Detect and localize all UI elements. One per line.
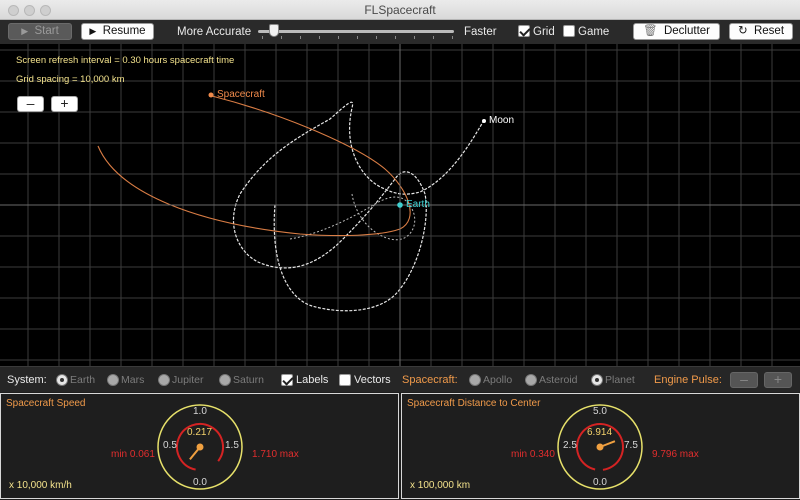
orbit-canvas[interactable]: Screen refresh interval = 0.30 hours spa…	[0, 44, 800, 366]
resume-button[interactable]: ▶ Resume	[81, 23, 154, 40]
spacecraft-marker	[208, 92, 214, 98]
reset-label: Reset	[753, 25, 785, 37]
system-radio-saturn[interactable]	[219, 374, 231, 386]
refresh-interval-text: Screen refresh interval = 0.30 hours spa…	[16, 55, 235, 66]
zoom-window-button[interactable]	[40, 5, 51, 16]
spacecraft-label: Spacecraft	[217, 89, 265, 100]
spacecraft-radio-planet[interactable]	[591, 374, 603, 386]
speed-max-text: 1.710 max	[252, 449, 299, 460]
system-jupiter-label: Jupiter	[172, 374, 204, 386]
vectors-checkbox[interactable]	[339, 374, 351, 386]
engine-pulse-minus-button[interactable]: –	[730, 372, 758, 388]
distance-scale-right: 7.5	[624, 440, 638, 451]
grid-checkbox[interactable]	[518, 25, 530, 37]
system-earth-label: Earth	[70, 374, 96, 386]
system-radio-mars[interactable]	[107, 374, 119, 386]
speed-value: 0.217	[187, 427, 213, 438]
spacecraft-orbit-path	[97, 95, 411, 237]
speed-scale-right: 1.5	[225, 440, 239, 451]
orbit-plot	[0, 44, 800, 366]
grid-spacing-text: Grid spacing = 10,000 km	[16, 74, 125, 85]
spacecraft-radio-asteroid[interactable]	[525, 374, 537, 386]
distance-needle-hub	[596, 443, 604, 451]
system-mars-label: Mars	[121, 374, 145, 386]
vectors-checkbox-label: Vectors	[354, 374, 391, 386]
spacecraft-type-label: Spacecraft:	[402, 374, 458, 386]
system-radio-earth[interactable]	[56, 374, 68, 386]
zoom-in-button[interactable]: +	[51, 96, 78, 112]
system-saturn-label: Saturn	[233, 374, 264, 386]
control-bar: System: Earth Mars Jupiter Saturn Labels…	[0, 366, 800, 392]
distance-panel-title: Spacecraft Distance to Center	[407, 398, 541, 409]
minimize-window-button[interactable]	[24, 5, 35, 16]
reload-icon: ↻	[737, 25, 748, 37]
distance-scale-left: 2.5	[563, 440, 577, 451]
spacecraft-apollo-label: Apollo	[483, 374, 513, 386]
speed-needle-hub	[196, 443, 204, 451]
resume-label: Resume	[102, 25, 146, 37]
faster-label: Faster	[464, 26, 497, 38]
spacecraft-asteroid-label: Asteroid	[539, 374, 578, 386]
system-radio-jupiter[interactable]	[158, 374, 170, 386]
labels-checkbox[interactable]	[281, 374, 293, 386]
title-bar: FLSpacecraft	[0, 0, 800, 20]
more-accurate-label: More Accurate	[177, 26, 252, 38]
moon-orbit-path	[232, 101, 485, 312]
moon-marker	[482, 119, 486, 123]
start-button[interactable]: ▶ Start	[8, 23, 72, 40]
reset-button[interactable]: ↻ Reset	[729, 23, 793, 40]
labels-checkbox-label: Labels	[296, 374, 329, 386]
distance-panel: Spacecraft Distance to Center min 0.340 …	[401, 393, 800, 499]
game-checkbox[interactable]	[563, 25, 575, 37]
system-label: System:	[7, 374, 47, 386]
play-icon: ▶	[89, 26, 97, 36]
declutter-button[interactable]: 🗑 Declutter	[633, 23, 720, 40]
close-window-button[interactable]	[8, 5, 19, 16]
grid-label: Grid	[533, 26, 555, 38]
spacecraft-planet-label: Planet	[605, 374, 635, 386]
distance-scale-top: 5.0	[593, 406, 607, 417]
speed-panel-title: Spacecraft Speed	[6, 398, 86, 409]
engine-pulse-label: Engine Pulse:	[654, 374, 722, 386]
speed-panel: Spacecraft Speed min 0.061 1.710 max x 1…	[0, 393, 399, 499]
speed-scale-left: 0.5	[163, 440, 177, 451]
distance-max-text: 9.796 max	[652, 449, 699, 460]
speed-unit-text: x 10,000 km/h	[9, 480, 72, 491]
distance-unit-text: x 100,000 km	[410, 480, 471, 491]
play-icon: ▶	[21, 26, 29, 36]
speed-scale-bottom: 0.0	[193, 477, 207, 488]
app-window: FLSpacecraft ▶ Start ▶ Resume More Accur…	[0, 0, 800, 500]
window-title: FLSpacecraft	[364, 3, 436, 17]
distance-scale-bottom: 0.0	[593, 477, 607, 488]
earth-marker	[397, 202, 403, 208]
speed-scale-top: 1.0	[193, 406, 207, 417]
speed-min-text: min 0.061	[111, 449, 155, 460]
distance-value: 6.914	[587, 427, 613, 438]
game-label: Game	[578, 26, 610, 38]
accuracy-slider-track[interactable]	[258, 30, 454, 33]
accuracy-slider-thumb[interactable]	[268, 24, 279, 37]
declutter-label: Declutter	[663, 25, 711, 37]
zoom-out-button[interactable]: –	[17, 96, 44, 112]
spacecraft-radio-apollo[interactable]	[469, 374, 481, 386]
distance-min-text: min 0.340	[511, 449, 555, 460]
engine-pulse-plus-button[interactable]: +	[764, 372, 792, 388]
start-label: Start	[34, 25, 59, 37]
moon-label: Moon	[489, 115, 515, 126]
earth-label: Earth	[406, 199, 430, 210]
accuracy-slider-ticks	[262, 36, 454, 40]
moon-orbit-inner-loop	[289, 193, 416, 241]
trash-icon: 🗑	[642, 25, 658, 37]
